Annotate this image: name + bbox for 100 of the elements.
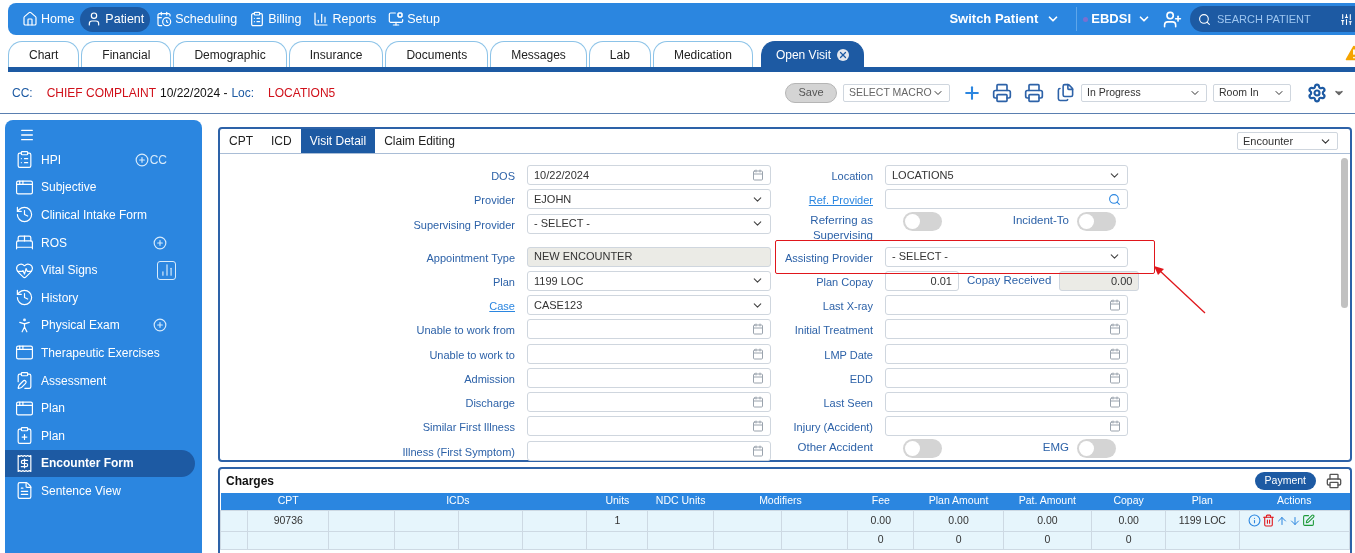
sidebar-item[interactable]: Sentence View — [5, 477, 195, 505]
macro-select[interactable]: SELECT MACRO — [843, 83, 950, 102]
tab[interactable]: Open Visit — [760, 41, 865, 67]
select-field[interactable]: CASE123 — [527, 295, 771, 316]
sidebar-item[interactable]: History — [5, 283, 195, 312]
add-circle-icon[interactable] — [153, 235, 167, 250]
close-icon[interactable] — [837, 48, 850, 61]
printer-icon[interactable] — [1326, 473, 1342, 489]
select-field[interactable]: - SELECT - — [885, 246, 1128, 267]
sidebar-item[interactable]: Physical Exam — [5, 311, 195, 340]
select-field[interactable]: LOCATION5 — [885, 165, 1128, 185]
menu-icon[interactable] — [19, 127, 35, 143]
nav-item[interactable]: Billing — [243, 6, 308, 32]
delete-icon[interactable] — [1261, 514, 1275, 527]
settings-icon[interactable] — [1307, 82, 1327, 103]
add-user-icon[interactable] — [1163, 9, 1182, 29]
tab[interactable]: Lab — [588, 41, 651, 67]
date-field[interactable] — [885, 392, 1128, 413]
calendar-icon[interactable] — [1109, 371, 1121, 384]
sidebar-item[interactable]: Plan — [5, 394, 195, 422]
date-field[interactable] — [527, 367, 771, 388]
date-field[interactable] — [527, 392, 771, 413]
calendar-icon[interactable] — [752, 169, 764, 181]
calendar-icon[interactable] — [1109, 323, 1121, 336]
calendar-icon[interactable] — [752, 371, 764, 384]
tab[interactable]: Insurance — [288, 41, 384, 67]
tab[interactable]: Chart — [8, 41, 80, 67]
printer-icon[interactable] — [1024, 82, 1044, 103]
search-field[interactable]: SEARCH PATIENT — [1190, 6, 1355, 32]
add-circle-icon[interactable] — [134, 152, 149, 167]
nav-item[interactable]: Setup — [382, 6, 446, 32]
date-field[interactable] — [885, 416, 1128, 437]
nav-item[interactable]: Patient — [80, 6, 151, 32]
date-field[interactable] — [527, 343, 771, 364]
calendar-icon[interactable] — [1109, 299, 1121, 312]
toggle-switch[interactable] — [1077, 211, 1116, 231]
switch-patient-button[interactable]: Switch Patient — [949, 9, 1071, 29]
documents-icon[interactable] — [1056, 83, 1075, 102]
nav-item[interactable]: Home — [16, 6, 81, 32]
date-field[interactable] — [885, 367, 1128, 388]
calendar-icon[interactable] — [752, 323, 764, 336]
date-field[interactable] — [527, 416, 771, 437]
calendar-icon[interactable] — [752, 347, 764, 360]
arrow-down-icon[interactable] — [1288, 514, 1301, 527]
field-link[interactable]: Ref. Provider — [808, 194, 873, 207]
tab[interactable]: Medication — [652, 41, 753, 67]
select-field[interactable]: EJOHN — [527, 189, 771, 210]
tab[interactable]: CPT — [220, 129, 262, 153]
sidebar-item[interactable]: Therapeutic Exercises — [5, 339, 195, 367]
calendar-icon[interactable] — [752, 420, 764, 433]
tab[interactable]: Demographic — [173, 41, 287, 67]
sidebar-item[interactable]: Clinical Intake Form — [5, 201, 195, 229]
tab[interactable]: Documents — [385, 41, 489, 67]
room-select[interactable]: Room In — [1213, 83, 1291, 102]
field-link[interactable]: Case — [489, 300, 515, 313]
calendar-icon[interactable] — [1109, 347, 1121, 360]
search-field[interactable] — [885, 189, 1128, 210]
toggle-switch[interactable] — [903, 211, 942, 231]
search-icon[interactable] — [1108, 192, 1121, 206]
calendar-icon[interactable] — [1109, 396, 1121, 409]
sidebar-item[interactable]: Assessment — [5, 366, 195, 395]
sidebar-item[interactable]: HPI CC — [5, 146, 195, 174]
tab[interactable]: ICD — [262, 129, 301, 153]
date-field[interactable] — [885, 295, 1128, 316]
toggle-switch[interactable] — [903, 438, 942, 458]
nav-item[interactable]: Scheduling — [150, 6, 244, 32]
tab[interactable]: Visit Detail — [300, 129, 376, 153]
edit-icon[interactable] — [1301, 514, 1315, 527]
date-field[interactable] — [527, 319, 771, 340]
calendar-icon[interactable] — [752, 444, 764, 457]
tab[interactable]: Financial — [81, 41, 172, 67]
arrow-up-icon[interactable] — [1275, 514, 1288, 527]
sidebar-item[interactable]: Plan — [5, 421, 195, 450]
calendar-icon[interactable] — [752, 396, 764, 409]
toggle-switch[interactable] — [1077, 438, 1116, 458]
user-menu-button[interactable]: EBDSI — [1091, 9, 1151, 29]
view-select[interactable]: Encounter — [1237, 132, 1338, 150]
filter-icon[interactable] — [1340, 12, 1353, 26]
sidebar-item[interactable]: Vital Signs — [5, 256, 195, 284]
amount-field[interactable]: 0.01 — [885, 270, 959, 291]
info-icon[interactable] — [1247, 514, 1261, 527]
date-field[interactable] — [527, 440, 771, 461]
calendar-icon[interactable] — [1109, 420, 1121, 433]
select-field[interactable]: - SELECT - — [527, 213, 771, 234]
select-field[interactable]: 1199 LOC — [527, 270, 771, 291]
chart-icon[interactable] — [157, 260, 176, 280]
status-select[interactable]: In Progress — [1081, 83, 1207, 102]
nav-item[interactable]: Reports — [307, 6, 383, 32]
sidebar-item[interactable]: ROS — [5, 228, 195, 257]
date-field[interactable] — [885, 319, 1128, 340]
tab[interactable]: Messages — [490, 41, 587, 67]
sidebar-item[interactable]: Encounter Form — [5, 449, 195, 478]
add-circle-icon[interactable] — [153, 318, 167, 333]
payment-button[interactable]: Payment — [1254, 472, 1316, 490]
sidebar-item[interactable]: Subjective — [5, 173, 195, 202]
tab[interactable]: Claim Editing — [375, 129, 464, 153]
printer-icon[interactable] — [992, 82, 1012, 103]
date-field[interactable] — [885, 343, 1128, 364]
date-field[interactable]: 10/22/2024 — [527, 165, 771, 185]
scrollbar[interactable] — [1340, 158, 1348, 308]
